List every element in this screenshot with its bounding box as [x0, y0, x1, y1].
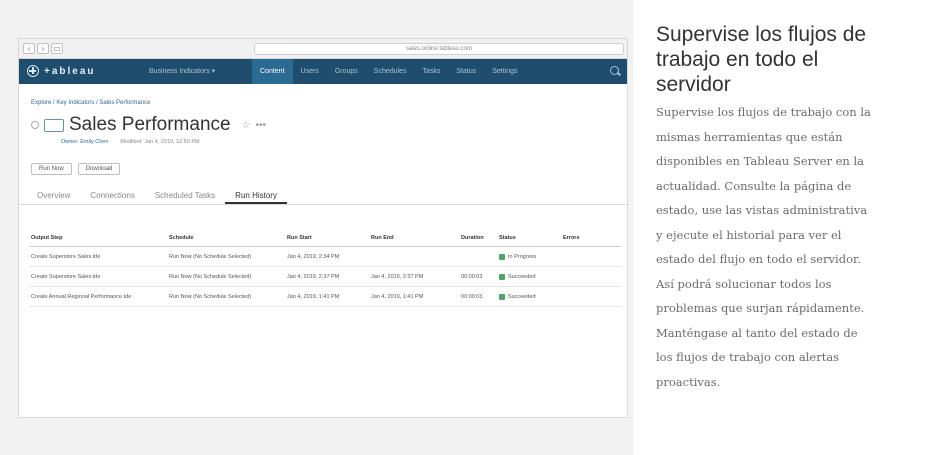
status-cell: Succeeded	[499, 273, 563, 280]
description-line: Así podrá solucionar todos los	[656, 276, 832, 291]
browser-nav-buttons: ‹ › ▭	[23, 43, 63, 54]
flow-icon	[44, 118, 64, 132]
nav-schedules[interactable]: Schedules	[366, 59, 415, 84]
main-content: Explore / Key Indicators / Sales Perform…	[19, 84, 629, 418]
site-selector[interactable]: Business Indicators ▾	[149, 67, 215, 75]
action-buttons: Run Now Download	[31, 163, 121, 175]
description-line: y ejecute el historial para ver el	[656, 227, 842, 242]
section-description: Supervise los flujos de trabajo con la m…	[656, 100, 937, 394]
schedule-cell: Run Now (No Schedule Selected)	[169, 253, 252, 260]
tab-run-history[interactable]: Run History	[225, 187, 287, 204]
more-actions-icon[interactable]: •••	[256, 120, 267, 131]
column-header[interactable]: Duration	[461, 235, 499, 241]
schedule-cell: Run Now (No Schedule Selected)	[169, 293, 252, 300]
section-heading: Supervise los flujos de trabajo en todo …	[656, 22, 932, 97]
run-start-cell: Jan 4, 2019, 1:41 PM	[287, 293, 340, 300]
run-history-table: Output Step Schedule Run Start Run End D…	[29, 229, 621, 307]
run-end-cell: Jan 4, 2019, 2:37 PM	[371, 273, 424, 280]
nav-status[interactable]: Status	[448, 59, 484, 84]
browser-window: ‹ › ▭ sales.online.tableau.com +ableau B…	[18, 38, 629, 418]
table-row[interactable]: Create Superstore Sales.tde Run Now (No …	[29, 247, 621, 267]
description-line: proactivas.	[656, 374, 721, 389]
tableau-logo[interactable]: +ableau	[27, 65, 96, 77]
status-text: Succeeded	[508, 293, 536, 300]
browser-chrome: ‹ › ▭ sales.online.tableau.com	[19, 39, 627, 59]
status-cell: Succeeded	[499, 293, 563, 300]
nav-users[interactable]: Users	[293, 59, 327, 84]
run-start-cell: Jan 4, 2019, 2:37 PM	[287, 273, 340, 280]
tab-scheduled-tasks[interactable]: Scheduled Tasks	[145, 187, 225, 204]
owner-info: Owner: Emily Chen Modified: Jan 4, 2019,…	[61, 139, 200, 145]
description-line: Supervise los flujos de trabajo con la	[656, 105, 871, 119]
tab-bar: Overview Connections Scheduled Tasks Run…	[19, 187, 629, 205]
column-header[interactable]: Run Start	[287, 235, 371, 241]
heading-line: trabajo en todo el	[656, 48, 819, 71]
column-header[interactable]: Output Step	[29, 235, 169, 241]
run-end-cell: Jan 4, 2019, 1:41 PM	[371, 293, 424, 300]
column-header[interactable]: Status	[499, 235, 563, 241]
description-line: estado del flujo en todo el servidor.	[656, 252, 861, 266]
product-screenshot: ‹ › ▭ sales.online.tableau.com +ableau B…	[0, 0, 633, 455]
logo-text: +ableau	[44, 65, 96, 77]
breadcrumb[interactable]: Explore / Key Indicators / Sales Perform…	[31, 100, 150, 106]
nav-tasks[interactable]: Tasks	[414, 59, 448, 84]
column-header[interactable]: Run End	[371, 235, 461, 241]
status-icon	[499, 293, 505, 300]
run-start-cell: Jan 4, 2019, 2:34 PM	[287, 253, 340, 260]
tableau-logo-icon	[27, 65, 39, 77]
favorite-star-icon[interactable]: ☆	[242, 120, 251, 131]
description-line: problemas que surjan rápidamente.	[656, 301, 865, 315]
download-button[interactable]: Download	[77, 163, 121, 175]
duration-cell: 00:00:03	[461, 273, 483, 280]
description-line: disponibles en Tableau Server en la	[656, 154, 865, 168]
forward-icon[interactable]: ›	[37, 43, 49, 54]
output-step-cell: Create Superstore Sales.tde	[31, 253, 101, 260]
tab-connections[interactable]: Connections	[80, 187, 144, 204]
select-radio[interactable]	[31, 121, 39, 129]
page-title: Sales Performance	[69, 114, 231, 135]
status-icon	[499, 253, 505, 260]
heading-line: Supervise los flujos de	[656, 23, 867, 46]
title-row: Sales Performance ☆ •••	[31, 114, 266, 136]
description-line: Manténgase al tanto del estado de	[656, 325, 858, 340]
nav-content[interactable]: Content	[252, 59, 293, 84]
output-step-cell: Create Annual Regional Performance.tde	[31, 293, 132, 300]
tab-overview[interactable]: Overview	[27, 187, 80, 204]
description-line: estado, use las vistas administrativa	[656, 203, 868, 217]
status-text: Succeeded	[508, 273, 536, 280]
status-icon	[499, 273, 505, 280]
schedule-cell: Run Now (No Schedule Selected)	[169, 273, 252, 280]
description-line: los flujos de trabajo con alertas	[656, 350, 840, 364]
status-text: In Progress	[508, 253, 537, 260]
description-line: actualidad. Consulte la página de	[656, 178, 852, 193]
heading-line: servidor	[656, 73, 731, 96]
app-header: +ableau Business Indicators ▾ Content Us…	[19, 59, 627, 84]
status-cell: In Progress	[499, 253, 563, 260]
sidebar-toggle-icon[interactable]: ▭	[51, 43, 63, 54]
url-bar[interactable]: sales.online.tableau.com	[254, 43, 624, 55]
output-step-cell: Create Superstore Sales.tde	[31, 273, 101, 280]
search-icon[interactable]	[610, 66, 619, 75]
top-nav: Content Users Groups Schedules Tasks Sta…	[252, 59, 526, 84]
modified-label: Modified: Jan 4, 2019, 12:50 PM	[120, 139, 200, 145]
owner-label[interactable]: Owner: Emily Chen	[61, 139, 108, 145]
back-icon[interactable]: ‹	[23, 43, 35, 54]
description-line: mismas herramientas que están	[656, 129, 843, 144]
duration-cell: 00:00:03	[461, 293, 483, 300]
nav-settings[interactable]: Settings	[484, 59, 525, 84]
nav-groups[interactable]: Groups	[327, 59, 366, 84]
table-row[interactable]: Create Annual Regional Performance.tde R…	[29, 287, 621, 307]
column-header[interactable]: Errors	[563, 235, 603, 241]
table-header: Output Step Schedule Run Start Run End D…	[29, 229, 621, 247]
table-row[interactable]: Create Superstore Sales.tde Run Now (No …	[29, 267, 621, 287]
run-now-button[interactable]: Run Now	[31, 163, 72, 175]
column-header[interactable]: Schedule	[169, 235, 287, 241]
